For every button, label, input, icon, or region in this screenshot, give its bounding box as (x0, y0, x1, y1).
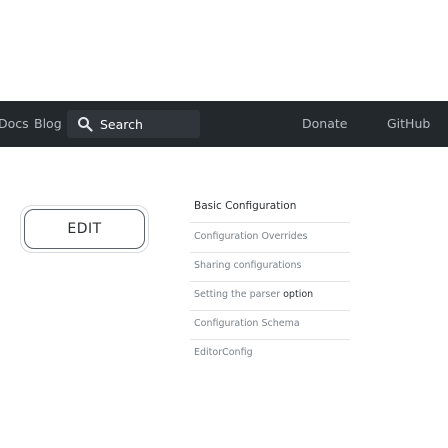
toc-divider (190, 281, 350, 282)
toc-item-editorconfig[interactable]: EditorConfig (194, 347, 253, 358)
search-icon (77, 116, 93, 132)
toc-item-configuration-overrides[interactable]: Configuration Overrides (194, 231, 308, 242)
edit-button[interactable]: EDIT (24, 209, 145, 249)
toc-divider (190, 339, 350, 340)
toc-title: Basic Configuration (194, 200, 297, 212)
toc-item-configuration-schema[interactable]: Configuration Schema (194, 318, 300, 329)
toc-divider (190, 252, 350, 253)
search-input[interactable] (100, 110, 195, 138)
nav-link-donate[interactable]: Donate (302, 101, 347, 147)
page: Docs Blog Donate GitHub EDIT Basic Confi… (0, 0, 448, 448)
toc-divider (190, 310, 350, 311)
toc-item-setting-parser-option[interactable]: Setting the parser option (194, 289, 313, 300)
toc-item-label: Setting the parser (194, 289, 284, 300)
nav-link-docs[interactable]: Docs (0, 101, 29, 147)
top-navbar: Docs Blog Donate GitHub (0, 101, 448, 147)
toc-item-sharing-configurations[interactable]: Sharing configurations (194, 260, 301, 271)
nav-link-github[interactable]: GitHub (387, 101, 430, 147)
table-of-contents: Basic Configuration Configuration Overri… (190, 200, 448, 448)
search-box[interactable] (67, 110, 200, 138)
toc-item-label-strong: option (283, 289, 314, 300)
nav-link-blog[interactable]: Blog (34, 101, 62, 147)
toc-divider (190, 222, 350, 223)
